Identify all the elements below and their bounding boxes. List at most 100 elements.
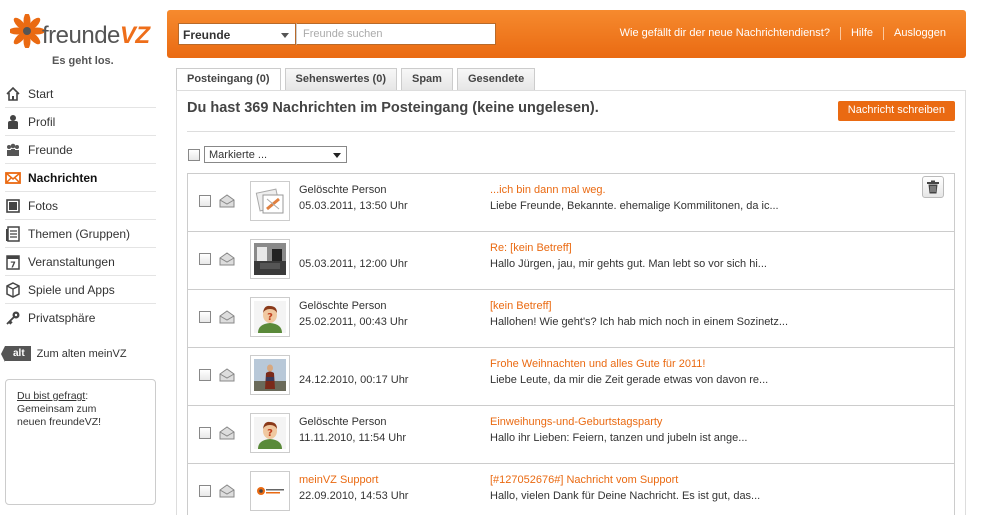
old-meinvz-link[interactable]: alt Zum alten meinVZ: [1, 346, 127, 362]
message-row[interactable]: ? Gelöschte Person 11.11.2010, 11:54 Uhr…: [187, 406, 955, 464]
feedback-link[interactable]: Du bist gefragt: [17, 390, 85, 402]
message-row[interactable]: meinVZ Support 22.09.2010, 14:53 Uhr [#1…: [187, 464, 955, 515]
message-date: 05.03.2011, 13:50 Uhr: [299, 200, 408, 212]
chevron-down-icon: [333, 153, 341, 158]
divider: [187, 131, 955, 132]
message-checkbox[interactable]: [199, 253, 211, 265]
feedback-text: Gemeinsam zum: [17, 403, 97, 415]
help-link[interactable]: Hilfe: [851, 27, 873, 40]
avatar[interactable]: ?: [250, 297, 290, 337]
flower-logo-icon: [10, 14, 44, 48]
sidebar-item-start[interactable]: Start: [5, 80, 156, 108]
tab-gesendete[interactable]: Gesendete: [456, 68, 536, 90]
message-preview: Hallo, vielen Dank für Deine Nachricht. …: [490, 490, 761, 502]
search-scope-select[interactable]: Freunde: [178, 23, 296, 45]
message-row[interactable]: 24.12.2010, 00:17 Uhr Frohe Weihnachten …: [187, 348, 955, 406]
inbox-panel: Du hast 369 Nachrichten im Posteingang (…: [176, 90, 966, 515]
freundevz-logo[interactable]: freundeVZ Es geht los.: [8, 12, 158, 70]
message-row[interactable]: 05.03.2011, 12:00 Uhr Re: [kein Betreff]…: [187, 232, 955, 290]
avatar[interactable]: [250, 181, 290, 221]
delete-button[interactable]: [922, 176, 944, 198]
trash-icon: [927, 180, 939, 194]
message-date: 11.11.2010, 11:54 Uhr: [299, 432, 407, 444]
person-icon: [5, 114, 21, 130]
avatar[interactable]: [250, 239, 290, 279]
tab-sehenswertes[interactable]: Sehenswertes (0): [284, 68, 397, 90]
message-preview: Liebe Freunde, Bekannte. ehemalige Kommi…: [490, 200, 779, 212]
message-preview: Liebe Leute, da mir die Zeit gerade etwa…: [490, 374, 769, 386]
svg-text:?: ?: [267, 428, 273, 439]
message-date: 05.03.2011, 12:00 Uhr: [299, 258, 408, 270]
tab-posteingang[interactable]: Posteingang (0): [176, 68, 281, 91]
sidebar-item-privatsphaere[interactable]: Privatsphäre: [5, 304, 156, 332]
top-links: Wie gefällt dir der neue Nachrichtendien…: [620, 27, 946, 40]
calendar-icon: 7: [5, 254, 21, 270]
sidebar-item-label: Start: [28, 86, 54, 101]
message-preview: Hallohen! Wie geht's? Ich hab mich noch …: [490, 316, 789, 328]
avatar[interactable]: ?: [250, 413, 290, 453]
envelope-open-icon: [219, 368, 235, 382]
message-checkbox[interactable]: [199, 369, 211, 381]
message-sender[interactable]: meinVZ Support: [299, 474, 378, 486]
message-row[interactable]: Gelöschte Person 05.03.2011, 13:50 Uhr .…: [187, 174, 955, 232]
message-checkbox[interactable]: [199, 195, 211, 207]
sidebar-item-label: Freunde: [28, 142, 73, 157]
message-checkbox[interactable]: [199, 485, 211, 497]
sidebar-item-label: Privatsphäre: [28, 311, 96, 325]
message-date: 22.09.2010, 14:53 Uhr: [299, 490, 409, 502]
avatar[interactable]: [250, 471, 290, 511]
message-sender[interactable]: Gelöschte Person: [299, 416, 386, 428]
message-sender[interactable]: Gelöschte Person: [299, 300, 386, 312]
sidebar-item-label: Profil: [28, 114, 56, 129]
alt-badge: alt: [1, 346, 31, 362]
avatar[interactable]: [250, 355, 290, 395]
sidebar-item-label: Nachrichten: [28, 170, 98, 185]
message-checkbox[interactable]: [199, 311, 211, 323]
tab-spam[interactable]: Spam: [401, 68, 453, 90]
search-input[interactable]: Freunde suchen: [296, 23, 496, 45]
sidebar-item-label: Spiele und Apps: [28, 282, 115, 297]
message-row[interactable]: ? Gelöschte Person 25.02.2011, 00:43 Uhr…: [187, 290, 955, 348]
bulk-action-select[interactable]: Markierte ...: [204, 146, 347, 163]
message-sender[interactable]: Gelöschte Person: [299, 184, 386, 196]
message-subject[interactable]: Re: [kein Betreff]: [490, 242, 572, 254]
envelope-open-icon: [219, 426, 235, 440]
deleted-person-icon: [255, 188, 284, 214]
room-photo: [254, 243, 286, 275]
bulk-actions: Markierte ...: [188, 146, 347, 163]
house-icon: [5, 86, 21, 102]
top-bar: Freunde Freunde suchen Wie gefällt dir d…: [167, 10, 966, 58]
freundevz-logo-icon: [254, 475, 286, 507]
divider: [883, 27, 884, 40]
select-all-checkbox[interactable]: [188, 148, 200, 161]
sidebar-item-themen[interactable]: Themen (Gruppen): [5, 220, 156, 248]
message-subject[interactable]: [#127052676#] Nachricht vom Support: [490, 474, 678, 486]
sidebar-item-freunde[interactable]: Freunde: [5, 136, 156, 164]
key-icon: [5, 310, 21, 326]
message-tabs: Posteingang (0) Sehenswertes (0) Spam Ge…: [176, 68, 539, 91]
svg-text:7: 7: [10, 260, 16, 269]
sidebar-item-veranstaltungen[interactable]: 7 Veranstaltungen: [5, 248, 156, 276]
sidebar-item-label: Fotos: [28, 198, 59, 213]
feedback-top-link[interactable]: Wie gefällt dir der neue Nachrichtendien…: [620, 27, 830, 40]
envelope-open-icon: [219, 310, 235, 324]
sidebar-item-fotos[interactable]: Fotos: [5, 192, 156, 220]
chevron-down-icon: [281, 33, 289, 38]
cube-icon: [5, 281, 21, 298]
message-checkbox[interactable]: [199, 427, 211, 439]
sidebar-item-profil[interactable]: Profil: [5, 108, 156, 136]
compose-button[interactable]: Nachricht schreiben: [837, 101, 955, 121]
message-preview: Hallo ihr Lieben: Feiern, tanzen und jub…: [490, 432, 748, 444]
document-icon: [5, 225, 21, 242]
envelope-open-icon: [219, 484, 235, 498]
message-subject[interactable]: ...ich bin dann mal weg.: [490, 184, 606, 196]
divider: [839, 27, 841, 40]
sidebar-item-spiele[interactable]: Spiele und Apps: [5, 276, 156, 304]
sidebar-item-nachrichten[interactable]: Nachrichten: [5, 164, 156, 192]
feedback-box: Du bist gefragt: Gemeinsam zum neuen fre…: [5, 379, 156, 505]
message-subject[interactable]: Einweihungs-und-Geburtstagsparty: [490, 416, 662, 428]
logout-link[interactable]: Ausloggen: [894, 27, 946, 40]
message-subject[interactable]: Frohe Weihnachten und alles Gute für 201…: [490, 358, 705, 370]
brand-claim: Es geht los.: [52, 55, 114, 67]
message-subject[interactable]: [kein Betreff]: [490, 300, 552, 312]
